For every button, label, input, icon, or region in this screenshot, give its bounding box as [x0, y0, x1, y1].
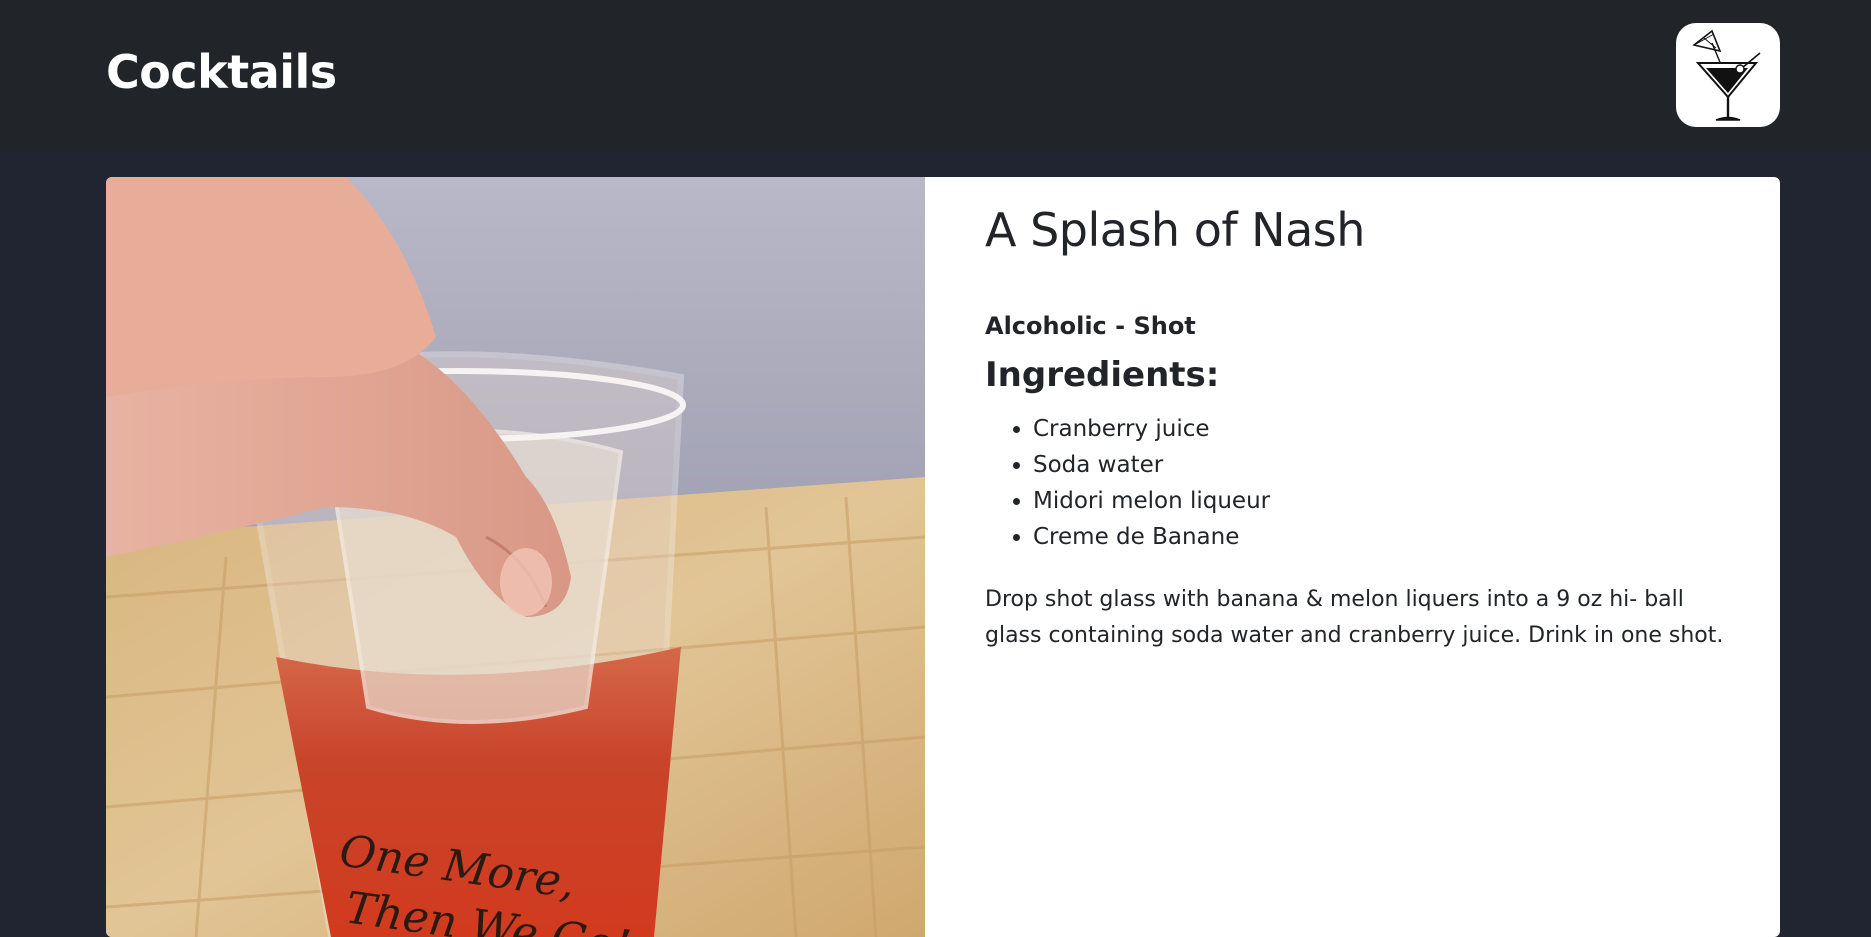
ingredient-item: Soda water	[1033, 447, 1270, 483]
navbar-brand[interactable]: Cocktails	[106, 46, 337, 98]
ingredient-list: Cranberry juice Soda water Midori melon …	[985, 411, 1270, 555]
drink-photo: One More, Then We Go!	[106, 177, 925, 937]
ingredients-heading: Ingredients:	[985, 355, 1220, 395]
ingredient-item: Creme de Banane	[1033, 519, 1270, 555]
drink-instructions: Drop shot glass with banana & melon liqu…	[985, 587, 1724, 648]
ingredient-item: Midori melon liqueur	[1033, 483, 1270, 519]
drink-category: Alcoholic - Shot	[985, 312, 1196, 340]
drink-card: One More, Then We Go! A Splash of Nash A…	[106, 177, 1780, 937]
martini-glass-icon	[1676, 23, 1780, 127]
navbar: Cocktails	[0, 0, 1871, 152]
drink-title: A Splash of Nash	[985, 203, 1365, 257]
ingredient-item: Cranberry juice	[1033, 411, 1270, 447]
